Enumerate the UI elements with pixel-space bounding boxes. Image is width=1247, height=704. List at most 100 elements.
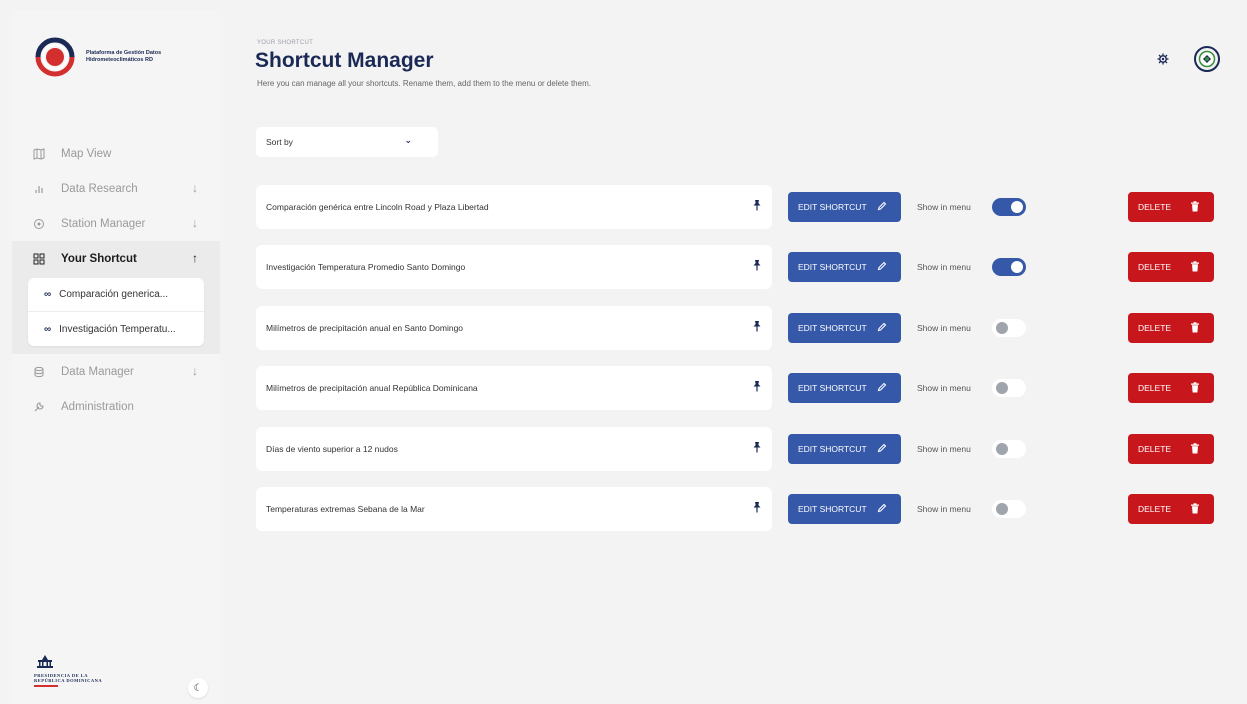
sidebar-item-administration[interactable]: Administration: [12, 389, 220, 424]
show-in-menu-label: Show in menu: [917, 504, 971, 514]
grid-icon: [32, 252, 46, 266]
pencil-icon: [877, 322, 887, 332]
toggle-knob: [1011, 201, 1023, 213]
pin-icon[interactable]: [752, 259, 762, 271]
delete-button-label: DELETE: [1138, 383, 1172, 393]
submenu-item-label: Investigación Temperatu...: [59, 323, 176, 335]
sidebar: Plataforma de Gestión Datos Hidrometeocl…: [12, 10, 220, 704]
toggle-knob: [996, 443, 1008, 455]
delete-shortcut-button[interactable]: DELETE: [1128, 252, 1214, 282]
pencil-icon: [877, 261, 887, 271]
sidebar-item-your-shortcut[interactable]: Your Shortcut ↑: [12, 241, 220, 276]
delete-shortcut-button[interactable]: DELETE: [1128, 494, 1214, 524]
show-in-menu-label: Show in menu: [917, 383, 971, 393]
trash-icon: [1191, 261, 1199, 272]
sidebar-item-station-manager[interactable]: Station Manager ↓: [12, 206, 220, 241]
bar-chart-icon: [32, 182, 46, 196]
sidebar-nav: Map View Data Research ↓ Station Manager…: [12, 136, 220, 424]
pencil-icon: [877, 503, 887, 513]
submenu-shortcut-item[interactable]: ∞ Investigación Temperatu...: [28, 312, 204, 346]
delete-shortcut-button[interactable]: DELETE: [1128, 313, 1214, 343]
pin-icon[interactable]: [752, 199, 762, 211]
sidebar-item-data-research[interactable]: Data Research ↓: [12, 171, 220, 206]
edit-shortcut-button[interactable]: EDIT SHORTCUT: [788, 434, 901, 464]
delete-shortcut-button[interactable]: DELETE: [1128, 434, 1214, 464]
edit-shortcut-button[interactable]: EDIT SHORTCUT: [788, 494, 901, 524]
shortcut-name: Investigación Temperatura Promedio Santo…: [266, 262, 466, 272]
shortcut-row: Días de viento superior a 12 nudos: [256, 427, 772, 471]
user-avatar[interactable]: [1194, 46, 1220, 72]
app-logo[interactable]: Plataforma de Gestión Datos Hidrometeocl…: [34, 36, 186, 78]
submenu-shortcut-item[interactable]: ∞ Comparación generica...: [28, 278, 204, 312]
arrow-down-icon: ↓: [192, 181, 198, 195]
map-icon: [32, 147, 46, 161]
show-in-menu-toggle[interactable]: [992, 440, 1026, 458]
edit-shortcut-button[interactable]: EDIT SHORTCUT: [788, 192, 901, 222]
shortcut-name: Temperaturas extremas Sebana de la Mar: [266, 504, 425, 514]
pin-icon[interactable]: [752, 380, 762, 392]
shortcut-row: Milímetros de precipitación anual Repúbl…: [256, 366, 772, 410]
settings-button[interactable]: [1156, 52, 1170, 66]
pin-icon[interactable]: [752, 320, 762, 332]
sidebar-item-label: Your Shortcut: [61, 252, 137, 265]
sidebar-item-data-manager[interactable]: Data Manager ↓: [12, 354, 220, 389]
page-title: Shortcut Manager: [255, 49, 434, 72]
show-in-menu-toggle[interactable]: [992, 198, 1026, 216]
arrow-up-icon: ↑: [192, 251, 198, 265]
government-logo: PRESIDENCIA DE LA REPÚBLICA DOMINICANA: [34, 654, 114, 687]
chevron-down-icon: ⌄: [404, 135, 412, 145]
shortcut-name: Comparación genérica entre Lincoln Road …: [266, 202, 489, 212]
sort-label: Sort by: [266, 137, 293, 147]
sort-dropdown[interactable]: Sort by ⌄: [256, 127, 438, 157]
shortcut-submenu: ∞ Comparación generica... ∞ Investigació…: [12, 276, 220, 354]
show-in-menu-label: Show in menu: [917, 444, 971, 454]
shortcut-name: Días de viento superior a 12 nudos: [266, 444, 398, 454]
shortcut-submenu-panel: ∞ Comparación generica... ∞ Investigació…: [28, 278, 204, 346]
edit-shortcut-button[interactable]: EDIT SHORTCUT: [788, 252, 901, 282]
sidebar-item-label: Station Manager: [61, 217, 146, 230]
database-icon: [32, 365, 46, 379]
delete-button-label: DELETE: [1138, 444, 1172, 454]
trash-icon: [1191, 503, 1199, 514]
arrow-down-icon: ↓: [192, 364, 198, 378]
show-in-menu-label: Show in menu: [917, 262, 971, 272]
logo-icon: [35, 37, 75, 77]
gear-icon: [1157, 53, 1169, 65]
edit-button-label: EDIT SHORTCUT: [798, 262, 867, 272]
show-in-menu-toggle[interactable]: [992, 258, 1026, 276]
edit-shortcut-button[interactable]: EDIT SHORTCUT: [788, 313, 901, 343]
show-in-menu-toggle[interactable]: [992, 319, 1026, 337]
pin-icon[interactable]: [752, 441, 762, 453]
delete-button-label: DELETE: [1138, 504, 1172, 514]
link-icon: ∞: [44, 289, 52, 300]
capitol-icon: [37, 655, 53, 668]
toggle-knob: [996, 503, 1008, 515]
edit-button-label: EDIT SHORTCUT: [798, 383, 867, 393]
shortcut-name: Milímetros de precipitación anual en San…: [266, 323, 464, 333]
theme-toggle-button[interactable]: ☾: [188, 678, 208, 698]
shortcut-row: Investigación Temperatura Promedio Santo…: [256, 245, 772, 289]
sidebar-item-label: Map View: [61, 147, 112, 160]
show-in-menu-toggle[interactable]: [992, 379, 1026, 397]
pin-icon[interactable]: [752, 501, 762, 513]
pencil-icon: [877, 382, 887, 392]
sidebar-item-map-view[interactable]: Map View: [12, 136, 220, 171]
pencil-icon: [877, 443, 887, 453]
avatar-icon: [1198, 50, 1216, 68]
location-pin-icon: [32, 217, 46, 231]
show-in-menu-toggle[interactable]: [992, 500, 1026, 518]
delete-button-label: DELETE: [1138, 262, 1172, 272]
delete-shortcut-button[interactable]: DELETE: [1128, 192, 1214, 222]
submenu-item-label: Comparación generica...: [59, 289, 169, 300]
sidebar-item-label: Data Manager: [61, 365, 134, 378]
edit-button-label: EDIT SHORTCUT: [798, 202, 867, 212]
edit-button-label: EDIT SHORTCUT: [798, 323, 867, 333]
edit-button-label: EDIT SHORTCUT: [798, 444, 867, 454]
edit-shortcut-button[interactable]: EDIT SHORTCUT: [788, 373, 901, 403]
wrench-icon: [32, 400, 46, 414]
delete-shortcut-button[interactable]: DELETE: [1128, 373, 1214, 403]
page-kicker: YOUR SHORTCUT: [257, 40, 314, 46]
trash-icon: [1191, 201, 1199, 212]
shortcut-row: Milímetros de precipitación anual en San…: [256, 306, 772, 350]
toggle-knob: [996, 382, 1008, 394]
